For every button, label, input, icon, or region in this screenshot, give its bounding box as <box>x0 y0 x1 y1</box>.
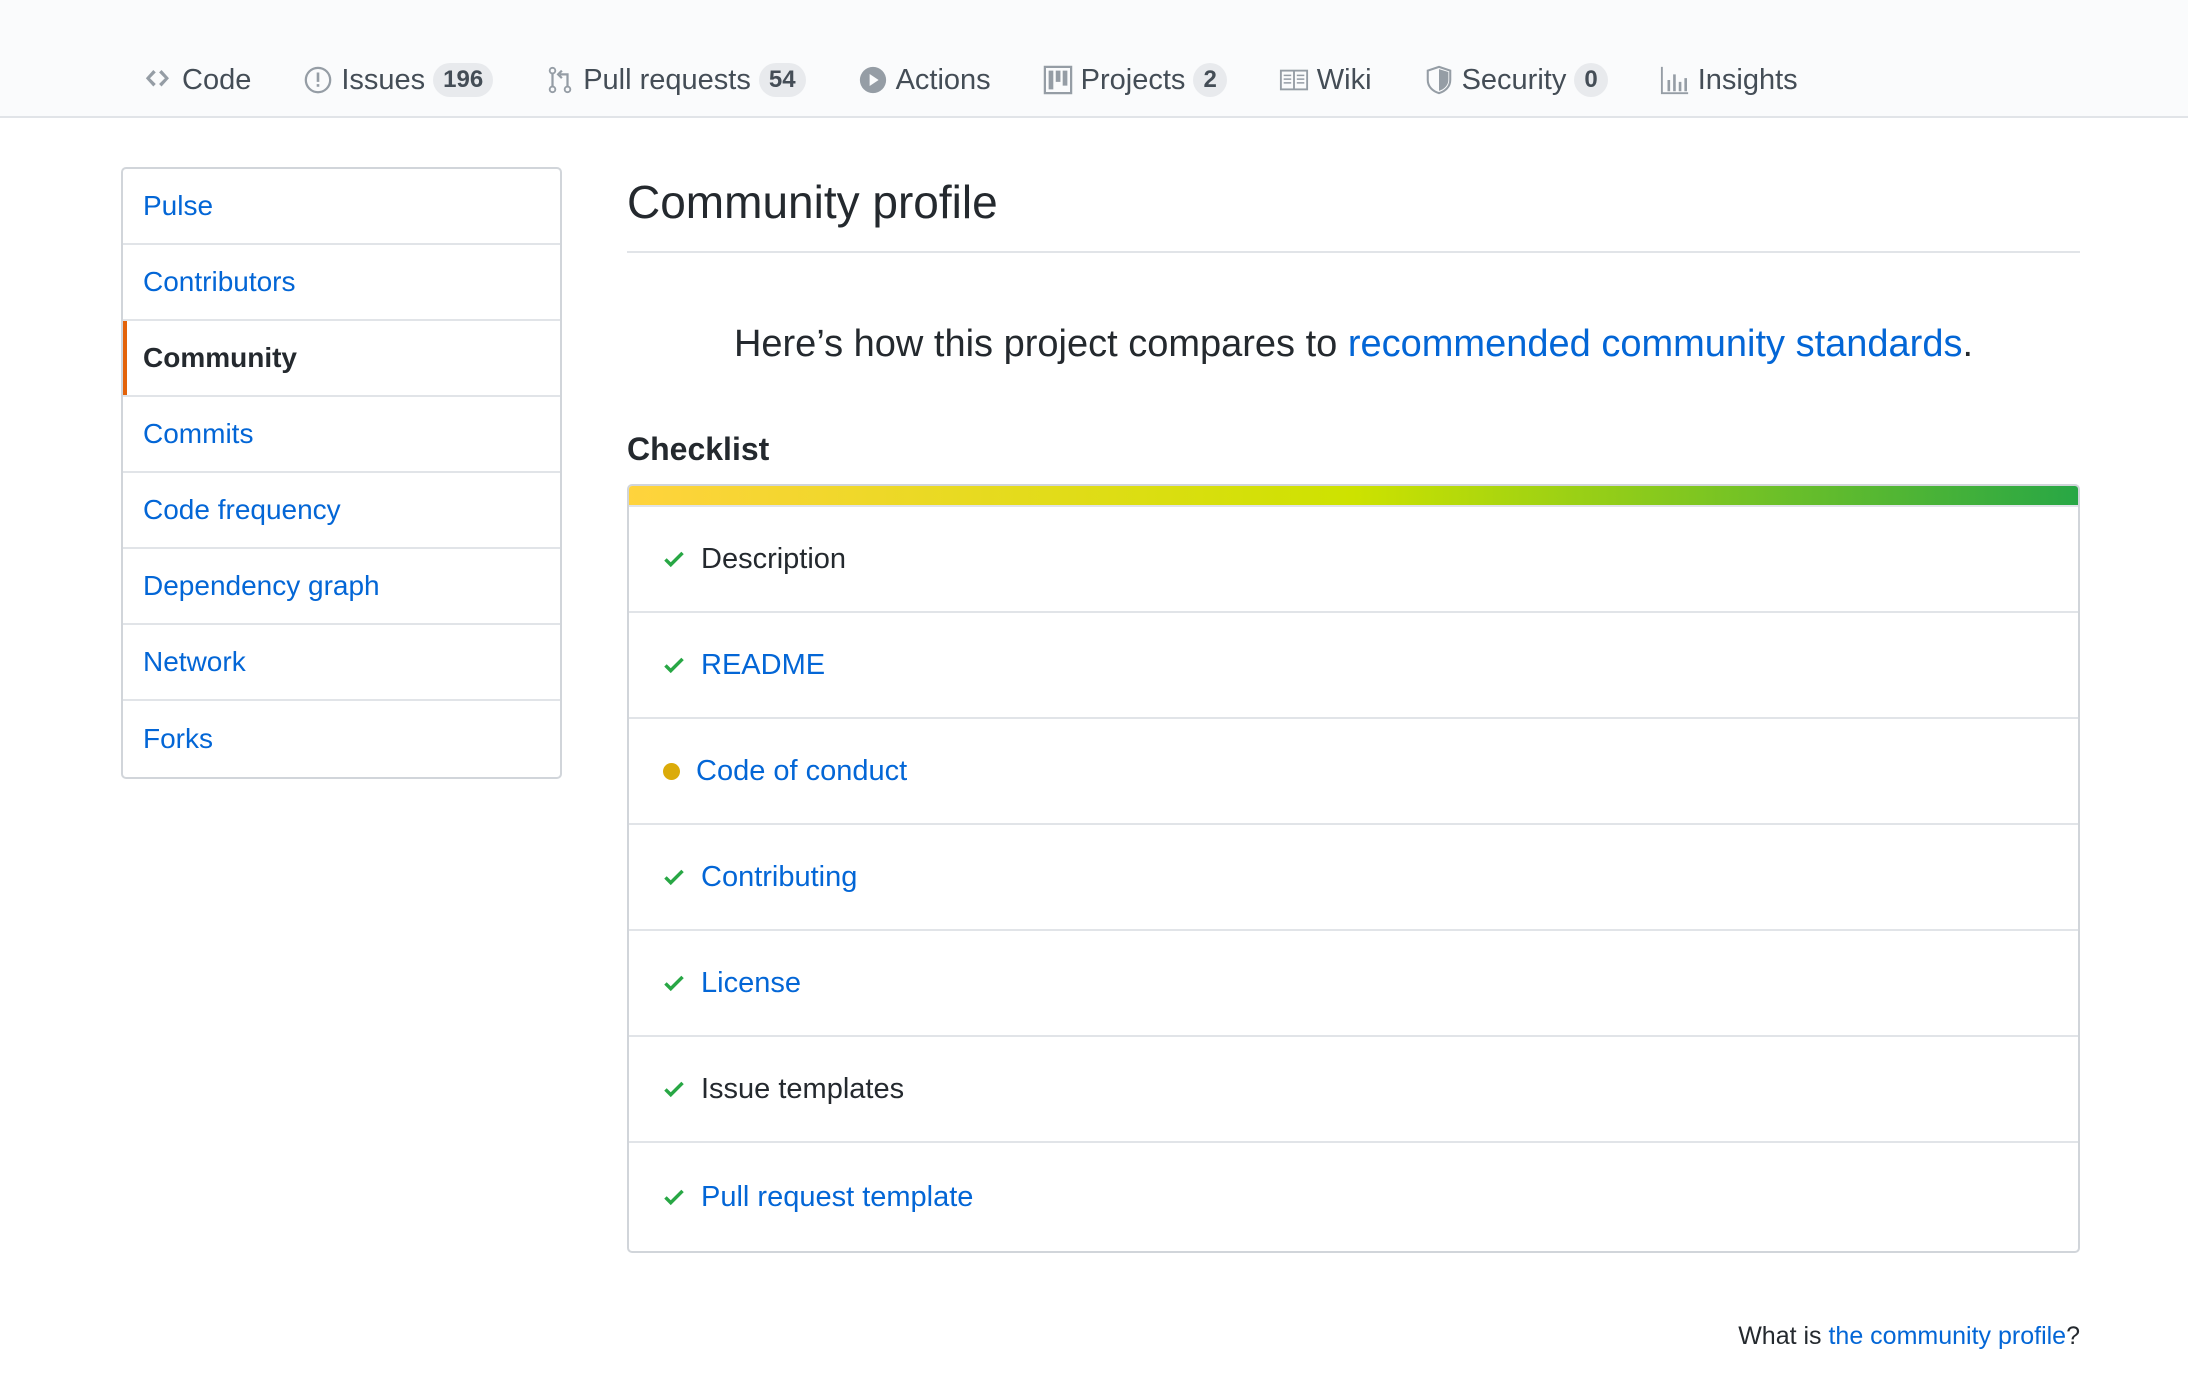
intro-suffix: . <box>1962 323 1974 365</box>
play-icon <box>858 65 888 95</box>
license-link[interactable]: License <box>701 967 801 1000</box>
checklist-item-issue-templates: Issue templates <box>629 1037 2078 1143</box>
community-standards-intro: Here’s how this project compares to reco… <box>627 319 2080 369</box>
sidebar-item-pulse[interactable]: Pulse <box>123 169 560 245</box>
check-icon <box>661 864 687 890</box>
tab-code[interactable]: Code <box>144 56 251 104</box>
checklist-item-readme: README <box>629 613 2078 719</box>
projects-count-badge: 2 <box>1193 63 1227 97</box>
graph-icon <box>1660 65 1690 95</box>
tab-projects[interactable]: Projects 2 <box>1043 56 1227 104</box>
sidebar-item-commits[interactable]: Commits <box>123 397 560 473</box>
sidebar-item-network[interactable]: Network <box>123 625 560 701</box>
checklist-item-code-of-conduct: Code of conduct <box>629 719 2078 825</box>
community-profile-help: What is the community profile? <box>1738 1322 2080 1351</box>
issues-count-badge: 196 <box>433 63 494 97</box>
code-of-conduct-link[interactable]: Code of conduct <box>696 755 907 788</box>
sidebar-item-code-frequency[interactable]: Code frequency <box>123 473 560 549</box>
tab-pull-requests[interactable]: Pull requests 54 <box>545 56 806 104</box>
sidebar-item-contributors[interactable]: Contributors <box>123 245 560 321</box>
tab-issues-label: Issues <box>341 63 426 96</box>
sidebar-item-community[interactable]: Community <box>123 321 560 397</box>
project-icon <box>1043 65 1073 95</box>
community-standards-link[interactable]: recommended community standards <box>1348 323 1963 365</box>
checklist-item-contributing: Contributing <box>629 825 2078 931</box>
readme-link[interactable]: README <box>701 649 825 682</box>
shield-icon <box>1424 65 1454 95</box>
pull-requests-count-badge: 54 <box>758 63 806 97</box>
check-icon <box>661 1076 687 1102</box>
sidebar-item-dependency-graph[interactable]: Dependency graph <box>123 549 560 625</box>
checklist-label: Description <box>701 542 847 575</box>
book-icon <box>1279 65 1309 95</box>
tab-security-label: Security <box>1461 63 1567 96</box>
checklist-item-pull-request-template: Pull request template <box>629 1143 2078 1251</box>
pending-dot-icon <box>663 762 680 780</box>
intro-text: Here’s how this project compares to <box>733 323 1348 365</box>
code-icon <box>144 65 174 95</box>
repo-nav-tabs: Code Issues 196 Pull requests 54 Actions <box>144 56 1850 104</box>
main-content: Community profile Here’s how this projec… <box>627 160 2080 1253</box>
tab-projects-label: Projects <box>1080 63 1186 96</box>
checklist: Description README Code of conduct Contr… <box>627 484 2080 1253</box>
checklist-label: Issue templates <box>701 1072 905 1105</box>
tab-security[interactable]: Security 0 <box>1424 56 1608 104</box>
tab-insights-label: Insights <box>1697 63 1798 96</box>
contributing-link[interactable]: Contributing <box>701 861 857 894</box>
tab-wiki-label: Wiki <box>1316 63 1372 96</box>
checklist-item-description: Description <box>629 507 2078 613</box>
tab-actions-label: Actions <box>895 63 991 96</box>
help-prefix: What is <box>1738 1322 1829 1350</box>
sidebar-item-forks[interactable]: Forks <box>123 701 560 777</box>
tab-actions[interactable]: Actions <box>858 56 991 104</box>
tab-wiki[interactable]: Wiki <box>1279 56 1372 104</box>
tab-issues[interactable]: Issues 196 <box>303 56 494 104</box>
check-icon <box>661 546 687 572</box>
page-title: Community profile <box>627 160 2080 253</box>
help-suffix: ? <box>2066 1322 2080 1350</box>
checklist-item-license: License <box>629 931 2078 1037</box>
check-icon <box>661 652 687 678</box>
checklist-heading: Checklist <box>627 431 770 467</box>
tab-code-label: Code <box>182 63 252 96</box>
tab-insights[interactable]: Insights <box>1660 56 1798 104</box>
pull-request-icon <box>545 65 575 95</box>
repo-nav: Code Issues 196 Pull requests 54 Actions <box>0 0 2188 118</box>
tab-pull-requests-label: Pull requests <box>583 63 751 96</box>
pull-request-template-link[interactable]: Pull request template <box>701 1181 973 1214</box>
issue-icon <box>303 65 333 95</box>
community-profile-help-link[interactable]: the community profile <box>1828 1322 2066 1350</box>
check-icon <box>661 1184 687 1210</box>
insights-sidebar: Pulse Contributors Community Commits Cod… <box>121 167 562 779</box>
checklist-progress-bar <box>629 486 2078 507</box>
check-icon <box>661 970 687 996</box>
security-count-badge: 0 <box>1574 63 1608 97</box>
